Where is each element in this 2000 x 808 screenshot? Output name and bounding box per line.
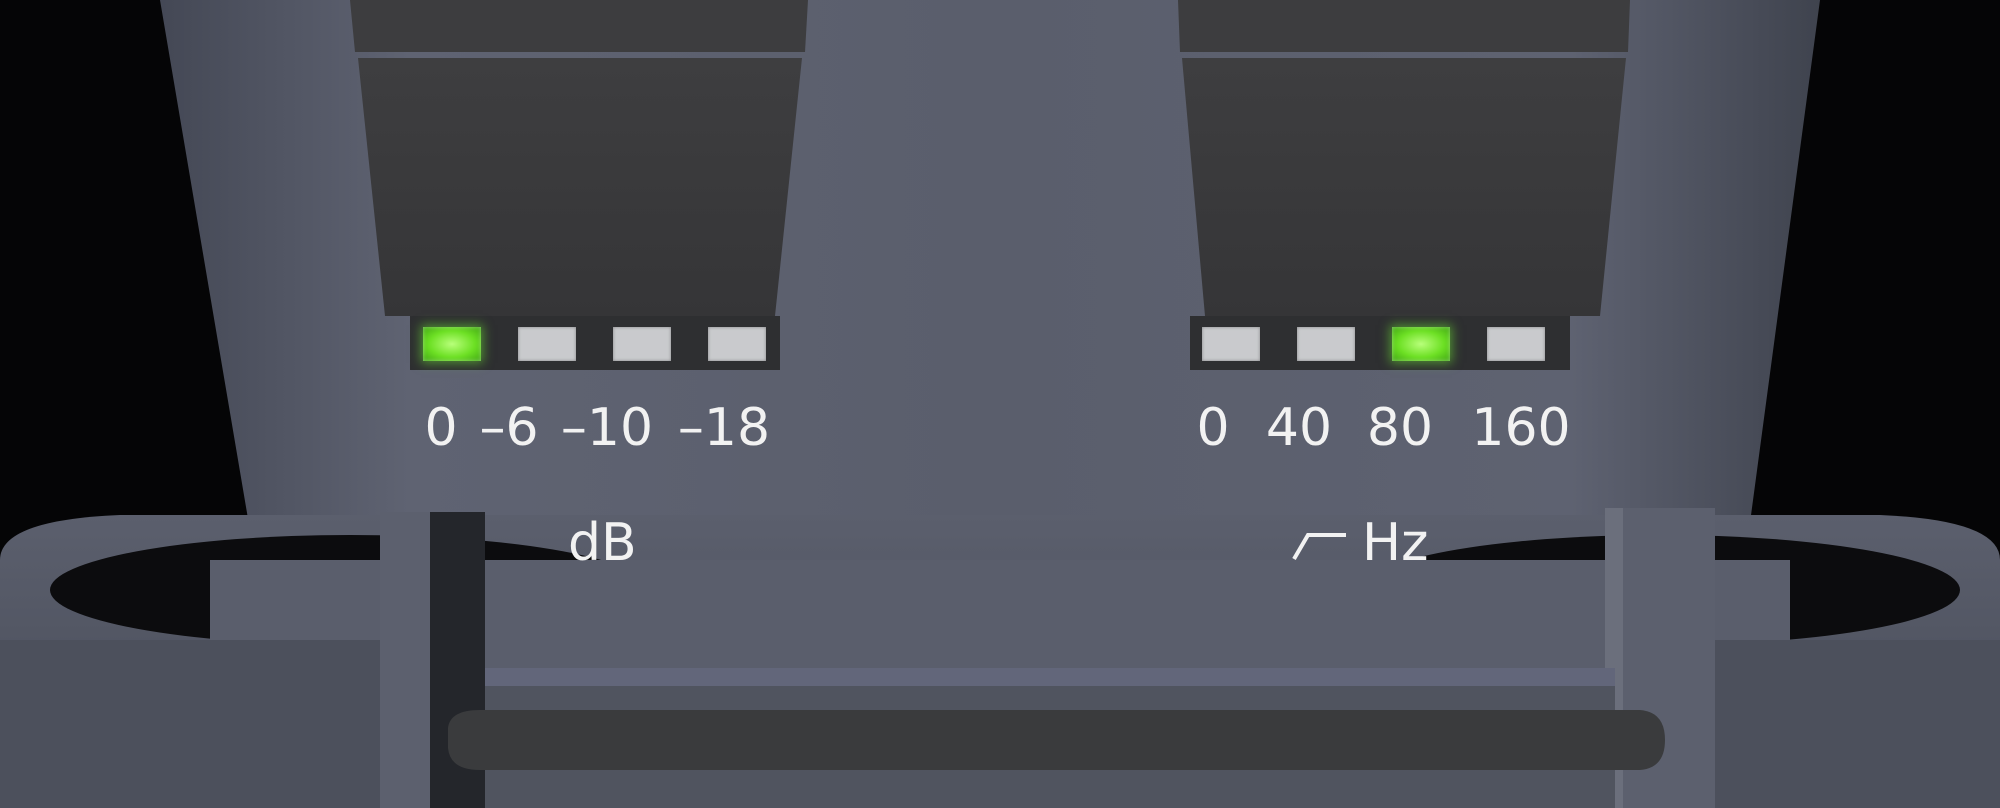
led-0hz: [1202, 327, 1260, 361]
level-led-row: [423, 327, 766, 361]
highpass-scale: 0 40 80 160: [0, 398, 2000, 468]
highpass-unit: Hz: [1362, 513, 1429, 573]
led-minus6db: [518, 327, 576, 361]
led-0db: [423, 327, 481, 361]
led-80hz: [1392, 327, 1450, 361]
level-unit: dB: [568, 513, 637, 573]
scale-label: 0: [1196, 398, 1230, 458]
highpass-unit-group: Hz: [1290, 513, 1428, 573]
scale-label: 80: [1366, 398, 1434, 458]
highpass-led-row: [1202, 327, 1545, 361]
microphone-scene: 0 –6 –10 –18 dB 0 40 80 160 Hz: [0, 0, 2000, 808]
led-40hz: [1297, 327, 1355, 361]
scale-label: 160: [1471, 398, 1571, 458]
led-160hz: [1487, 327, 1545, 361]
led-minus18db: [708, 327, 766, 361]
scale-label: 40: [1265, 398, 1333, 458]
high-pass-filter-icon: [1292, 533, 1346, 561]
led-minus10db: [613, 327, 671, 361]
